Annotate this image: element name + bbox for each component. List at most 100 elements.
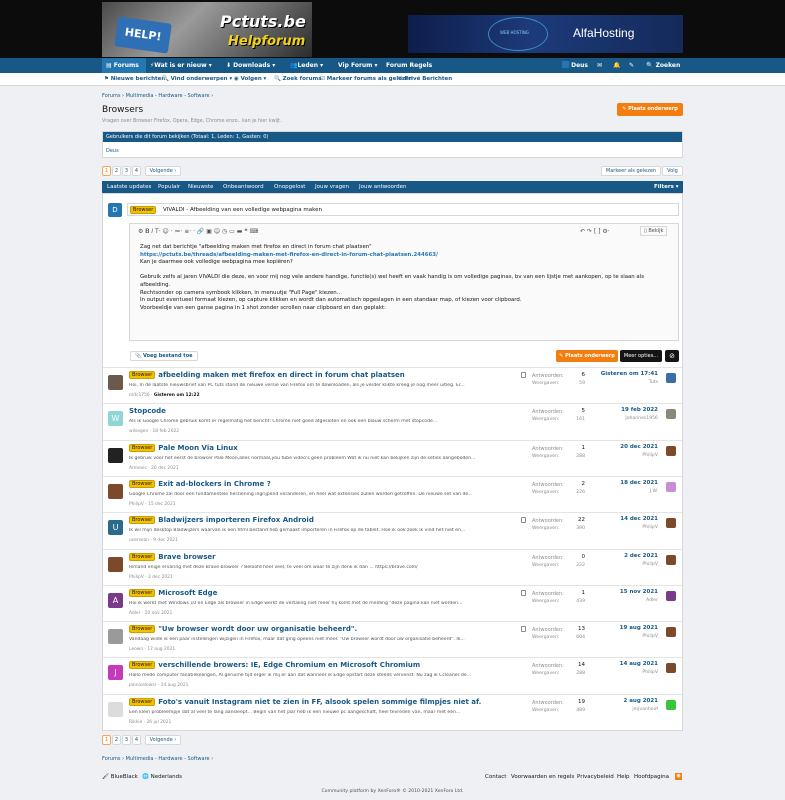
page-2[interactable]: 2 (112, 166, 121, 176)
last-post-date[interactable]: 14 dec 2021 (620, 516, 658, 522)
nav-leden[interactable]: 👥Leden ▾ (290, 58, 323, 73)
preview-button[interactable]: ▯ Bekijk (640, 226, 668, 236)
thread-title[interactable]: Stopcode (129, 407, 166, 415)
last-post-user[interactable]: jmjvanhoof (632, 707, 658, 712)
avatar[interactable] (666, 699, 676, 710)
thread-author[interactable]: Adler (129, 611, 140, 616)
site-logo[interactable]: HELP! Pctuts.be Helpforum (102, 2, 312, 57)
thread-author[interactable]: Armevic (129, 466, 147, 471)
nav-vip-forum[interactable]: Vip Forum ▾ (338, 58, 378, 73)
footer-link-terms[interactable]: Voorwaarden en regels (511, 774, 574, 780)
rss-icon[interactable]: ◉ (675, 773, 682, 780)
last-post-user[interactable]: J.W. (650, 489, 658, 494)
thread-title[interactable]: Browser Pale Moon Via Linux (129, 443, 238, 452)
prefix-badge[interactable]: Browser (129, 371, 156, 379)
thread-date[interactable]: 2 dec 2021 (148, 575, 173, 580)
ad-banner[interactable]: WEB HOSTING AlfaHosting (408, 15, 683, 53)
last-post-date[interactable]: 19 aug 2021 (620, 625, 658, 631)
tab-newest[interactable]: Nieuwste (188, 184, 213, 190)
thread-author[interactable]: mdc1756 (129, 393, 150, 398)
avatar[interactable] (666, 445, 676, 456)
bell-icon[interactable]: 🔔 (613, 58, 620, 73)
avatar[interactable] (108, 556, 123, 572)
breadcrumb-item[interactable]: Forums (102, 756, 120, 762)
avatar[interactable] (108, 629, 123, 645)
thread-row[interactable]: J Browser verschillende browers: IE, Edge … (103, 657, 682, 693)
thread-title[interactable]: Browser afbeelding maken met firefox en d… (129, 371, 405, 379)
attach-file-button[interactable]: 📎 Voeg bestand toe (130, 351, 198, 361)
subnav-search-forums[interactable]: 🔍 Zoek forums (274, 76, 321, 82)
last-post-date[interactable]: 20 dec 2021 (620, 444, 658, 450)
last-post-user[interactable]: PhilipV (642, 634, 658, 639)
thread-row[interactable]: Browser Exit ad-blockers in Chrome ? Googl… (103, 475, 682, 512)
nav-forums[interactable]: ▤ Forums (102, 58, 146, 73)
next-page-button-bottom[interactable]: Volgende › (145, 735, 181, 745)
thread-author[interactable]: PhilipV (129, 502, 144, 507)
thread-author[interactable]: jannicelowsr (129, 683, 156, 688)
prefix-badge[interactable]: Browser (129, 552, 156, 561)
thread-date[interactable]: 26 jul 2021 (146, 720, 171, 725)
thread-title[interactable]: Browser Exit ad-blockers in Chrome ? (129, 479, 271, 488)
tab-latest[interactable]: Laatste updates (107, 184, 151, 190)
editor-toolbar-format[interactable]: ⚙ 𝐁 𝐼 T· ☺ · ≔· ≡· · 🔗 ▣ ☺ ◷ ▭ ▬ ❝ ⌨ (138, 228, 258, 236)
editor-content[interactable]: Zag net dat berichtje "afbeelding maken … (140, 244, 644, 312)
last-post-user[interactable]: PhilipV (642, 525, 658, 530)
last-post-user[interactable]: Johannes1956 (625, 416, 658, 421)
avatar[interactable] (666, 627, 676, 638)
thread-row[interactable]: Browser Foto's vanuit Instagram niet te z… (103, 693, 682, 730)
last-post-date[interactable]: 15 nov 2021 (620, 589, 658, 595)
page-2-bottom[interactable]: 2 (112, 735, 121, 745)
avatar[interactable] (108, 447, 123, 463)
thread-link[interactable]: https://pctuts.be/threads/afbeelding-mak… (140, 252, 644, 260)
tab-your-questions[interactable]: Jouw vragen (315, 184, 349, 190)
subnav-follow[interactable]: ◉ Volgen ▾ (234, 76, 266, 82)
thread-date[interactable]: 9 dec 2021 (153, 538, 178, 543)
prefix-badge[interactable]: Browser (129, 661, 156, 670)
page-3[interactable]: 3 (122, 166, 131, 176)
thread-row[interactable]: U Browser Bladwijzers importeren Firefox A… (103, 512, 682, 548)
nav-downloads[interactable]: ⬇ Downloads ▾ (226, 58, 275, 73)
thread-title[interactable]: Browser "Uw browser wordt door uw organis… (129, 625, 357, 634)
thread-author[interactable]: Leown (129, 647, 143, 652)
last-post-date[interactable]: Gisteren om 17:41 (601, 371, 658, 377)
cancel-icon[interactable]: ⊘ (665, 350, 679, 362)
thread-row[interactable]: A Browser Microsoft Edge Hoi ik werkt met W… (103, 584, 682, 621)
last-post-user[interactable]: PhilipV (642, 453, 658, 458)
quick-thread-title-input[interactable]: Browser VIVALDI - Afbeelding van een vol… (127, 203, 679, 216)
envelope-icon[interactable]: ✉ (597, 58, 602, 73)
prefix-badge[interactable]: Browser (129, 697, 156, 706)
thread-row[interactable]: Browser afbeelding maken met firefox en d… (103, 367, 682, 403)
thread-title[interactable]: Browser Foto's vanuit Instagram niet te z… (129, 697, 481, 706)
mark-read-button[interactable]: Markeer als gelezen (601, 166, 661, 176)
thread-row[interactable]: W Stopcode Als ik Google Chrome gebruik ko… (103, 403, 682, 439)
thread-author[interactable]: wilsegen (129, 429, 148, 434)
avatar[interactable] (108, 483, 123, 499)
breadcrumb-item[interactable]: Multimedia - Hardware - Software (126, 93, 210, 99)
subnav-new-posts[interactable]: ⚑ Nieuwe berichten (104, 76, 165, 82)
avatar[interactable] (666, 663, 676, 674)
rich-text-editor[interactable]: ⚙ 𝐁 𝐼 T· ☺ · ≔· ≡· · 🔗 ▣ ☺ ◷ ▭ ▬ ❝ ⌨ ↶ ↷… (129, 223, 679, 341)
avatar[interactable]: J (108, 665, 123, 681)
avatar[interactable] (666, 373, 676, 383)
thread-author[interactable]: usersean (129, 538, 149, 543)
avatar[interactable]: W (108, 411, 123, 427)
tab-unsolved[interactable]: Onopgelost (274, 184, 305, 190)
more-options-button[interactable]: Meer opties... (620, 350, 662, 362)
thread-date[interactable]: 14 aug 2021 (161, 683, 189, 688)
last-post-date[interactable]: 2 aug 2021 (623, 698, 658, 704)
avatar[interactable] (666, 481, 676, 492)
thread-date[interactable]: Gisteren om 12:22 (154, 393, 200, 398)
filters-button[interactable]: Filters ▾ (654, 184, 679, 190)
page-3-bottom[interactable]: 3 (122, 735, 131, 745)
thread-row[interactable]: Browser Brave browser Iemand enige ervarin… (103, 548, 682, 585)
thread-title[interactable]: Browser Bladwijzers importeren Firefox An… (129, 516, 314, 525)
avatar[interactable] (108, 701, 123, 717)
nav-forum-regels[interactable]: Forum Regels (386, 58, 432, 73)
last-post-user[interactable]: PhilipV (642, 670, 658, 675)
thread-date[interactable]: 17 aug 2021 (147, 647, 175, 652)
style-chooser[interactable]: 🖌 BlueBlack (102, 774, 138, 780)
thread-date[interactable]: 15 dec 2021 (148, 502, 175, 507)
subnav-private-messages[interactable]: ✉ Privé Berichten (398, 76, 452, 82)
last-post-user[interactable]: Adler (646, 598, 658, 603)
tab-popular[interactable]: Populair (158, 184, 180, 190)
